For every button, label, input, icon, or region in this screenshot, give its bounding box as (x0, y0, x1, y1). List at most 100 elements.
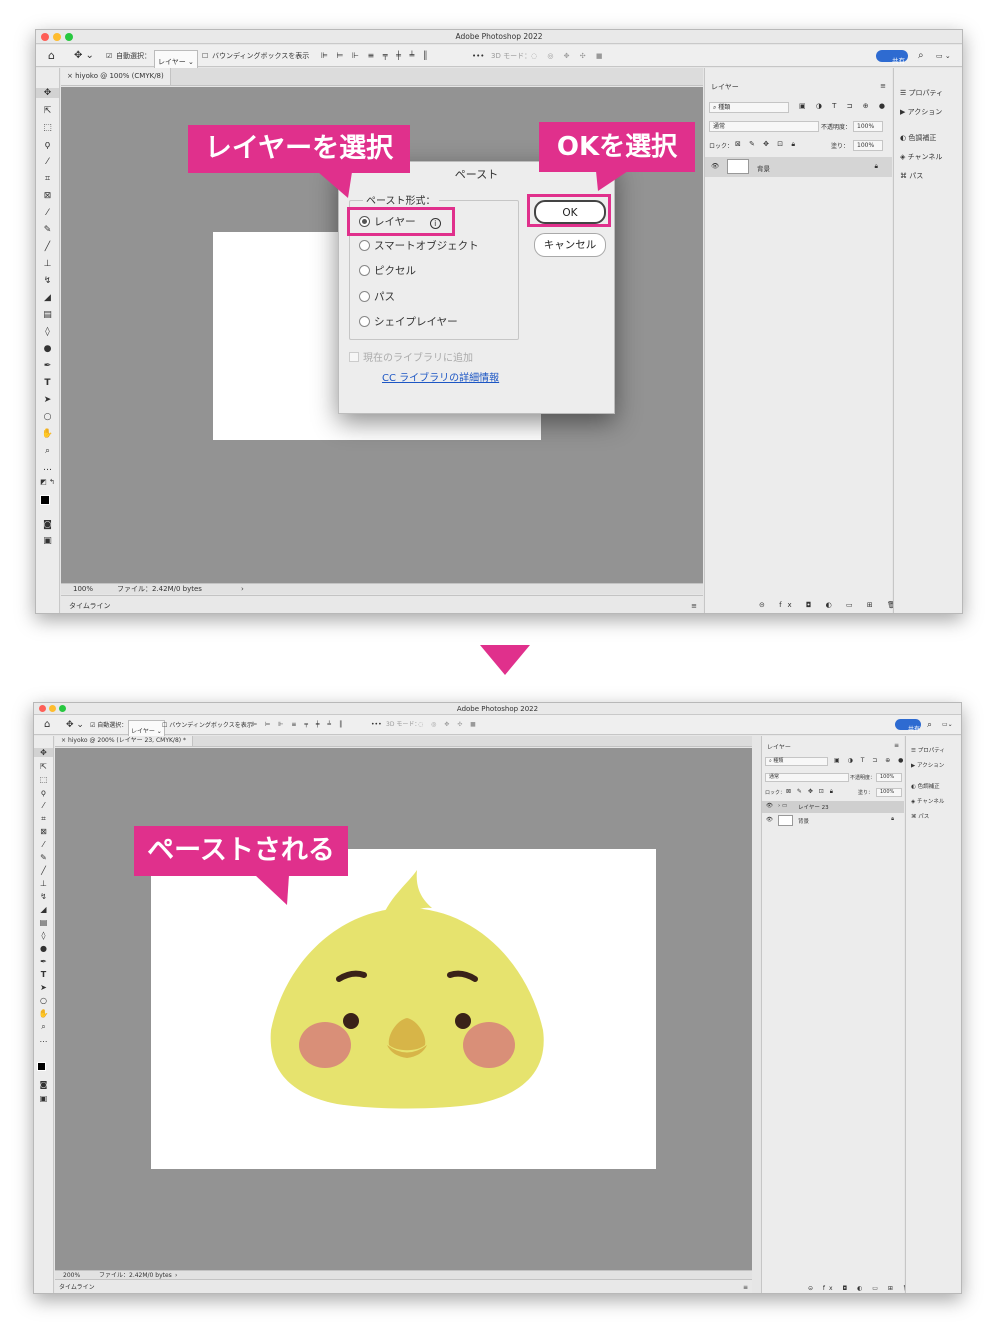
paths-item-bottom[interactable]: ⌘ パス (911, 812, 929, 820)
gradient-icon[interactable]: ▤ (36, 310, 59, 320)
magic-wand-icon[interactable]: ⁄ (36, 157, 59, 167)
channels-item-bottom[interactable]: ◈ チャンネル (911, 797, 944, 805)
panel-menu-icon[interactable]: ≡ (880, 82, 886, 90)
history-brush-icon[interactable]: ↯ (36, 276, 59, 286)
timeline-menu-icon[interactable]: ≡ (691, 596, 697, 613)
bounding-box-bottom[interactable]: ☐ バウンディングボックスを表示 (162, 715, 253, 737)
screen-mode-icon[interactable]: ▣ (36, 536, 59, 546)
lasso-icon[interactable]: ϙ (36, 140, 59, 150)
actions-item[interactable]: ▶ アクション (900, 107, 942, 117)
move-tool-icon-bottom[interactable]: ✥ (34, 748, 53, 757)
document-tab[interactable]: × hiyoko @ 100% (CMYK/8) (61, 68, 171, 85)
radio-smart-object[interactable]: スマートオブジェクト (359, 238, 559, 254)
lock-icons-bottom[interactable]: ⊠ ✎ ✥ ⊡ 🔒︎ (786, 788, 835, 796)
layer-filter-icons-bottom[interactable]: ▣ ◑ T ⊐ ⊕ ● (834, 757, 906, 764)
hand-icon-bottom[interactable]: ✋ (34, 1009, 53, 1018)
cancel-button[interactable]: キャンセル (534, 233, 606, 257)
quick-mask-icon-bottom[interactable]: ◙ (34, 1080, 53, 1089)
timeline-tab-bottom[interactable]: タイムライン (59, 1280, 95, 1293)
more-options-button-bottom[interactable]: ••• (371, 715, 382, 735)
fill-field-bottom[interactable]: 100% (876, 788, 902, 797)
layers-tab[interactable]: レイヤー (711, 82, 739, 92)
crop-icon[interactable]: ⌗ (36, 174, 59, 184)
layer-actions-icons[interactable]: ⊝ fx ◘ ◐ ▭ ⊞ 🗑︎ (759, 601, 902, 609)
adjustments-item[interactable]: ◐ 色調補正 (900, 133, 936, 143)
lock-icons[interactable]: ⊠ ✎ ✥ ⊡ 🔒︎ (735, 140, 798, 149)
radio-path[interactable]: パス (359, 289, 559, 305)
brush-icon-bottom[interactable]: ╱ (34, 866, 53, 875)
path-select-icon[interactable]: ➤ (36, 395, 59, 405)
marquee-icon[interactable]: ⬚ (36, 123, 59, 133)
workspace-icon-bottom[interactable]: ▭⌄ (942, 715, 953, 735)
home-icon[interactable]: ⌂ (48, 45, 55, 67)
minimize-window-button[interactable] (53, 33, 61, 41)
search-icon[interactable]: ⌕ (927, 715, 932, 735)
pen-icon[interactable]: ✒ (36, 361, 59, 371)
text-icon[interactable]: T (36, 378, 59, 388)
dodge-icon-bottom[interactable]: ● (34, 944, 53, 953)
auto-select-checkbox[interactable]: ☑ (106, 45, 112, 67)
layers-tab-bottom[interactable]: レイヤー (767, 742, 791, 751)
text-icon-bottom[interactable]: T (34, 970, 53, 979)
fill-field[interactable]: 100% (853, 140, 883, 151)
properties-item-bottom[interactable]: ☰ プロパティ (911, 746, 945, 754)
artboard-tool-icon[interactable]: ⇱ (36, 106, 59, 116)
screen-mode-icon-bottom[interactable]: ▣ (34, 1094, 53, 1103)
panel-menu-icon-bottom[interactable]: ≡ (894, 742, 899, 749)
swap-colors-icon[interactable]: ◩ ↰ (36, 478, 59, 486)
eyedropper-icon[interactable]: ⁄ (36, 208, 59, 218)
shape-icon[interactable]: ○ (36, 412, 59, 422)
blend-mode-select-bottom[interactable]: 通常 (765, 773, 849, 782)
shape-icon-bottom[interactable]: ○ (34, 996, 53, 1005)
zoom-icon-bottom[interactable]: ⌕ (34, 1022, 53, 1032)
move-icon[interactable]: ✥ ⌄ (66, 715, 84, 735)
add-to-library-checkbox[interactable]: 現在のライブラリに追加 (349, 349, 473, 364)
zoom-window-button[interactable] (65, 33, 73, 41)
eyedropper-icon-bottom[interactable]: ⁄ (34, 840, 53, 849)
path-select-icon-bottom[interactable]: ➤ (34, 983, 53, 992)
zoom-level[interactable]: 100% (73, 584, 93, 595)
pen-icon-bottom[interactable]: ✒ (34, 957, 53, 966)
zoom-window-button-bottom[interactable] (59, 705, 66, 712)
workspace-icon[interactable]: ▭ ⌄ (936, 45, 951, 67)
layer-filter-icons[interactable]: ▣ ◑ T ⊐ ⊕ ● (799, 102, 889, 110)
3d-tools-icons-bottom[interactable]: ◌ ◎ ✥ ✣ ■ (418, 715, 479, 735)
frame-icon-bottom[interactable]: ⊠ (34, 827, 53, 836)
timeline-menu-icon-bottom[interactable]: ≡ (743, 1280, 748, 1293)
magic-wand-icon-bottom[interactable]: ⁄ (34, 801, 53, 810)
bounding-box-checkbox[interactable]: ☐ (202, 45, 208, 67)
stamp-icon[interactable]: ⊥ (36, 259, 59, 269)
3d-tools-icons[interactable]: ◌ ◎ ✥ ✣ ■ (531, 45, 606, 67)
quick-mask-icon[interactable]: ◙ (36, 520, 59, 530)
layer-row-group[interactable]: 👁︎ › ▭ レイヤー 23 (762, 801, 904, 813)
eraser-icon[interactable]: ◢ (36, 293, 59, 303)
move-icon[interactable]: ✥ ⌄ (74, 45, 94, 67)
properties-item[interactable]: ☰ プロパティ (900, 88, 943, 98)
blend-mode-select[interactable]: 通常 (709, 121, 819, 132)
search-icon[interactable]: ⌕ (918, 45, 924, 67)
history-brush-icon-bottom[interactable]: ↯ (34, 892, 53, 901)
radio-shape-layer[interactable]: シェイプレイヤー (359, 314, 559, 330)
close-window-button-bottom[interactable] (39, 705, 46, 712)
radio-pixels[interactable]: ピクセル (359, 263, 559, 279)
channels-item[interactable]: ◈ チャンネル (900, 152, 942, 162)
eye-icon[interactable]: 👁︎ (711, 162, 719, 170)
library-link[interactable]: CC ライブラリの詳細情報 (382, 369, 499, 384)
foreground-color-swatch-bottom[interactable] (37, 1062, 46, 1071)
more-tools-icon[interactable]: … (36, 463, 59, 473)
hand-icon[interactable]: ✋ (36, 429, 59, 439)
layer-filter-field-bottom[interactable]: ⌕ 種類 (765, 757, 828, 766)
more-tools-icon-bottom[interactable]: … (34, 1035, 53, 1044)
blur-icon[interactable]: ◊ (36, 327, 59, 337)
align-icons[interactable]: ⊫ ⊨ ⊩ ≡ ╤ ╪ ╧ ║ (321, 45, 431, 67)
layer-actions-icons-bottom[interactable]: ⊝ fx ◘ ◐ ▭ ⊞ 🗑︎ (808, 1285, 914, 1292)
healing-icon-bottom[interactable]: ✎ (34, 853, 53, 862)
more-options-button[interactable]: ••• (472, 45, 484, 67)
share-button-bottom[interactable]: 共有 (895, 719, 921, 733)
frame-icon[interactable]: ⊠ (36, 191, 59, 201)
paths-item[interactable]: ⌘ パス (900, 171, 923, 181)
adjustments-item-bottom[interactable]: ◐ 色調補正 (911, 782, 940, 790)
align-icons-bottom[interactable]: ⊫ ⊨ ⊩ ≡ ╤ ╪ ╧ ║ (252, 715, 346, 735)
layer-filter-field[interactable]: ⌕ 種類 (709, 102, 789, 113)
stamp-icon-bottom[interactable]: ⊥ (34, 879, 53, 888)
